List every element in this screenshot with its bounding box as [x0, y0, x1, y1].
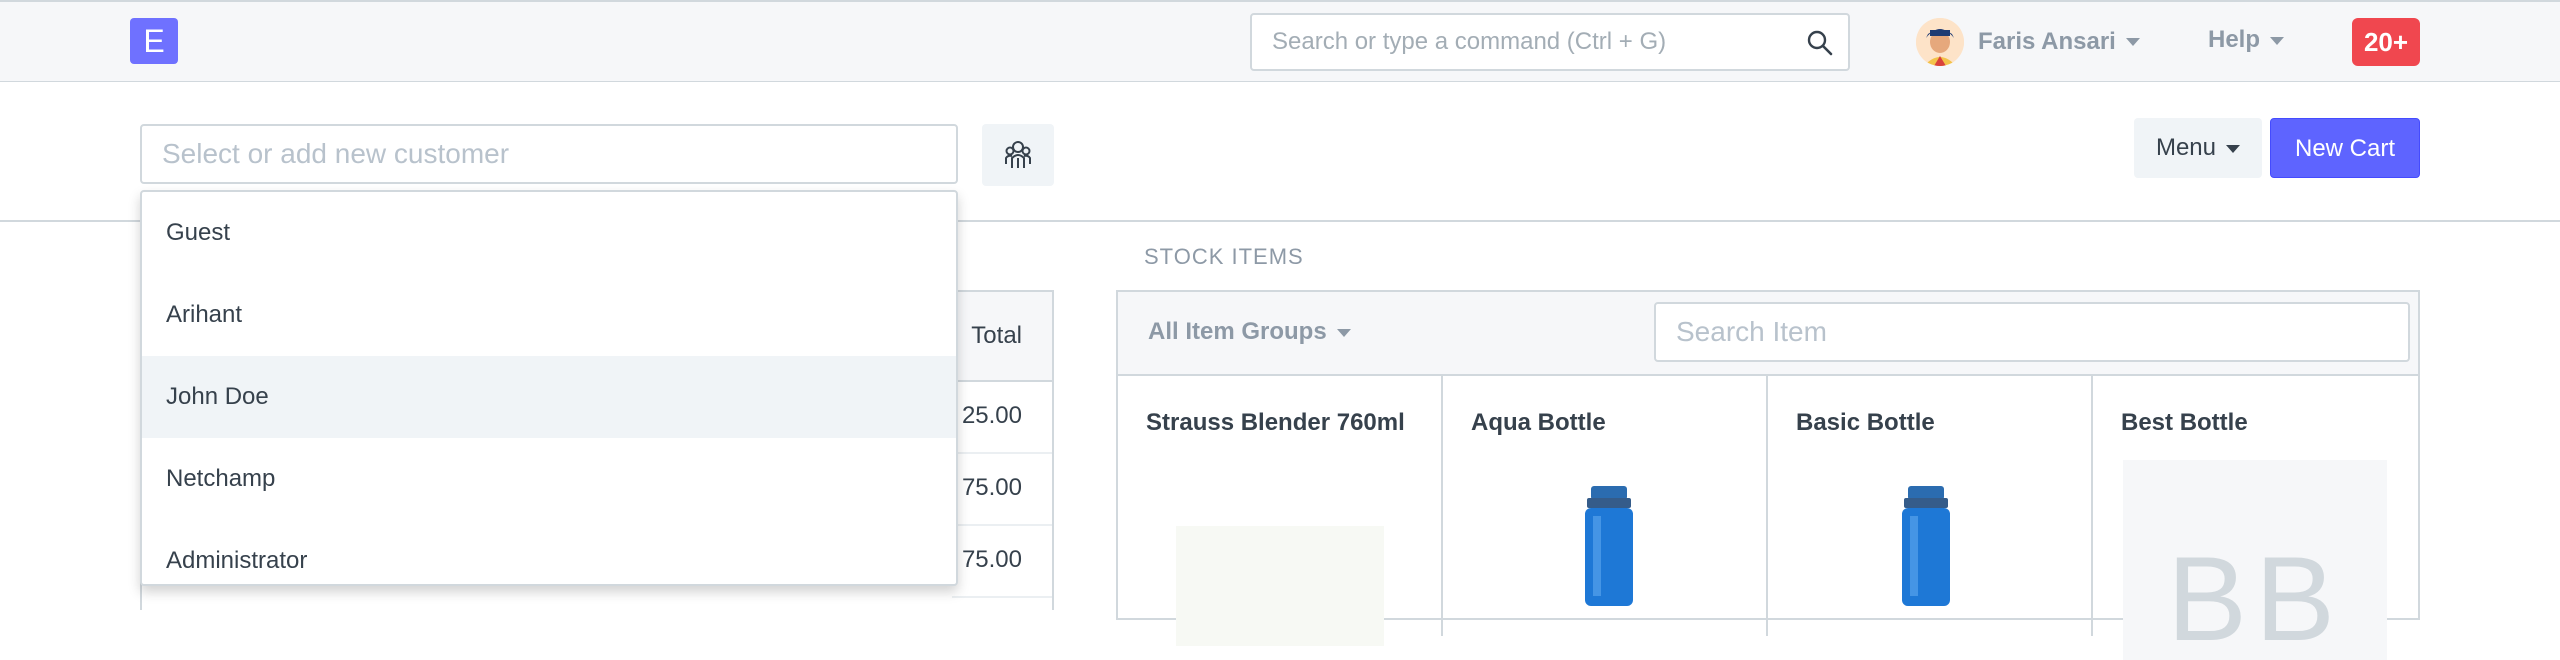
search-icon[interactable]: [1806, 29, 1834, 57]
search-item-input[interactable]: [1656, 304, 2408, 360]
item-card[interactable]: Best Bottle BB: [2093, 376, 2418, 660]
user-menu[interactable]: Faris Ansari: [1916, 18, 2140, 66]
table-row[interactable]: 75.00: [952, 526, 1052, 598]
new-cart-button[interactable]: New Cart: [2270, 118, 2420, 178]
chevron-down-icon: [1336, 328, 1351, 337]
help-menu[interactable]: Help: [2208, 26, 2285, 54]
item-placeholder-initials: BB: [2167, 532, 2344, 660]
customers-button[interactable]: [982, 124, 1054, 186]
table-row[interactable]: 25.00: [952, 382, 1052, 454]
chevron-down-icon: [2125, 38, 2140, 46]
dropdown-item-arihant[interactable]: Arihant: [142, 274, 956, 356]
customer-field[interactable]: [140, 124, 958, 184]
awesomebar[interactable]: [1250, 13, 1850, 71]
help-label: Help: [2208, 26, 2261, 53]
chevron-down-icon: [2270, 36, 2285, 45]
awesomebar-input[interactable]: [1252, 15, 1832, 69]
menu-label: Menu: [2155, 134, 2217, 161]
item-card[interactable]: Strauss Blender 760ml: [1118, 376, 1443, 646]
table-row[interactable]: 75.00: [952, 454, 1052, 526]
stock-toolbar: All Item Groups: [1118, 292, 2418, 376]
item-name: Aqua Bottle: [1471, 409, 1606, 436]
chevron-down-icon: [2226, 144, 2241, 153]
notifications-badge[interactable]: 20+: [2352, 18, 2420, 66]
dropdown-item-guest[interactable]: Guest: [142, 192, 956, 274]
row-total: 75.00: [961, 546, 1022, 573]
bottle-image: [1585, 486, 1633, 606]
stock-panel: All Item Groups Strauss Blender 760ml Aq…: [1116, 290, 2420, 660]
item-groups-label: All Item Groups: [1148, 318, 1327, 345]
total-column-header: Total: [971, 322, 1022, 349]
row-total: 75.00: [961, 474, 1022, 501]
item-image: [1176, 526, 1384, 646]
item-image-placeholder: BB: [2123, 460, 2387, 660]
navbar: E Faris Ansari Help 20+: [0, 0, 2560, 82]
row-total: 25.00: [961, 402, 1022, 429]
item-card[interactable]: Aqua Bottle: [1443, 376, 1768, 636]
customer-dropdown: Guest Arihant John Doe Netchamp Administ…: [140, 190, 958, 586]
dropdown-item-administrator[interactable]: Administrator: [142, 520, 956, 584]
user-name: Faris Ansari: [1978, 28, 2116, 55]
item-name: Basic Bottle: [1796, 409, 1935, 436]
item-groups-dropdown[interactable]: All Item Groups: [1148, 318, 1351, 346]
dropdown-item-john-doe[interactable]: John Doe: [142, 356, 956, 438]
dropdown-item-netchamp[interactable]: Netchamp: [142, 438, 956, 520]
avatar: [1916, 18, 1964, 66]
bottle-image: [1902, 486, 1950, 606]
item-card[interactable]: Basic Bottle: [1768, 376, 2093, 636]
app-logo[interactable]: E: [130, 18, 178, 64]
users-icon: [1005, 141, 1031, 168]
stock-items-label: STOCK ITEMS: [1144, 244, 1304, 269]
menu-button[interactable]: Menu: [2134, 118, 2262, 178]
search-item-field[interactable]: [1654, 302, 2410, 362]
item-name: Best Bottle: [2121, 409, 2248, 436]
item-name: Strauss Blender 760ml: [1146, 409, 1405, 436]
customer-input[interactable]: [142, 126, 956, 182]
